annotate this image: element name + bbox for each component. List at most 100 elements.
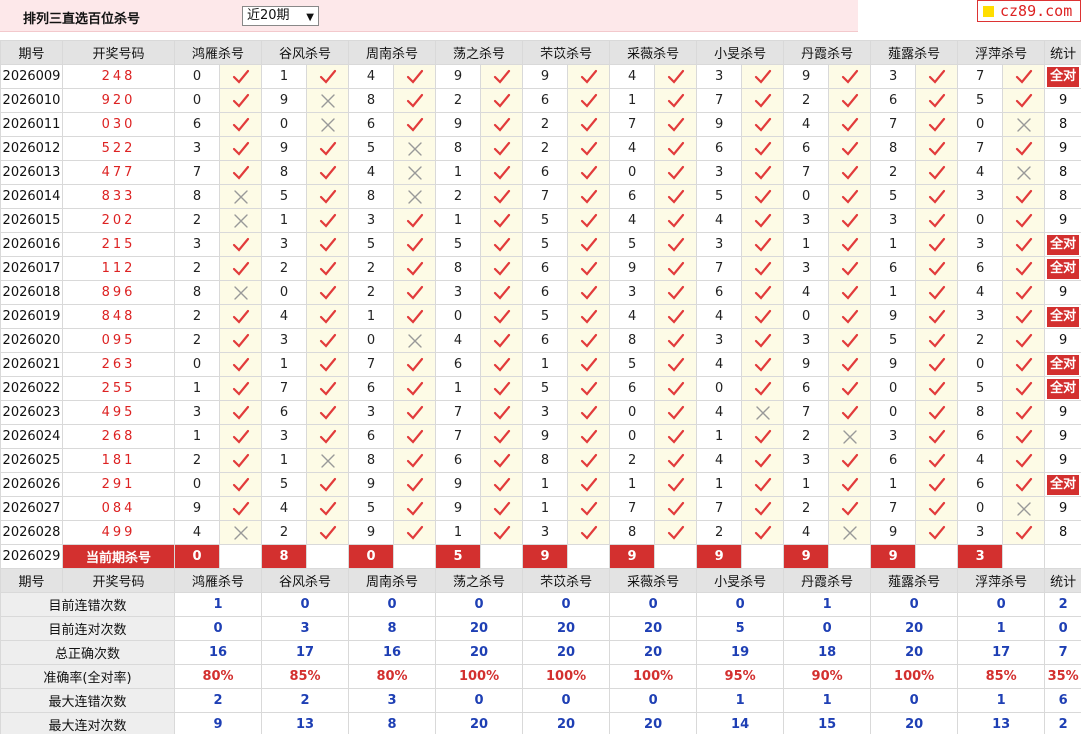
current-stat-blank (1044, 544, 1081, 569)
current-kill-blank (654, 544, 698, 569)
kill-number: 1 (522, 496, 569, 521)
check-icon (667, 453, 684, 468)
summary-value: 1 (783, 592, 872, 617)
kill-result (1002, 448, 1046, 473)
summary-value: 20 (870, 640, 959, 665)
check-icon (319, 405, 336, 420)
row-stat: 8 (1044, 520, 1081, 545)
check-icon (928, 237, 945, 252)
kill-number: 8 (348, 184, 395, 209)
kill-result (480, 256, 524, 281)
check-icon (841, 261, 858, 276)
kill-number: 7 (174, 160, 220, 185)
current-kill-number: 9 (870, 544, 917, 569)
kill-number: 6 (609, 184, 656, 209)
check-icon (493, 357, 510, 372)
check-icon (232, 141, 249, 156)
current-kill-blank (567, 544, 611, 569)
kill-number: 4 (696, 304, 743, 329)
kill-number: 2 (870, 160, 917, 185)
kill-result (1002, 160, 1046, 185)
check-icon (928, 189, 945, 204)
check-icon (319, 477, 336, 492)
period-select[interactable]: 近20期 ▼ (242, 6, 319, 26)
check-icon (406, 501, 423, 516)
summary-value: 1 (173, 592, 263, 617)
column-header-expert: 丹霞杀号 (783, 40, 872, 65)
kill-number: 4 (783, 280, 830, 305)
kill-number: 7 (957, 64, 1004, 89)
column-header-expert: 谷风杀号 (261, 40, 350, 65)
check-icon (1015, 309, 1032, 324)
kill-result (654, 256, 698, 281)
check-icon (232, 429, 249, 444)
kill-result (654, 64, 698, 89)
kill-number-table: 期号 开奖号码 鸿雁杀号 谷风杀号 周南杀号 荡之杀号 芣苡杀号 采薇杀号 小旻杀号 丹霞杀号 薤露… (0, 40, 1081, 734)
row-stat: 8 (1044, 112, 1081, 137)
column-header-expert: 周南杀号 (348, 40, 437, 65)
kill-result (741, 64, 785, 89)
kill-number: 1 (783, 472, 830, 497)
kill-number: 9 (522, 424, 569, 449)
kill-number: 6 (522, 88, 569, 113)
summary-label: 总正确次数 (0, 640, 175, 665)
current-kill-blank (393, 544, 437, 569)
check-icon (493, 165, 510, 180)
kill-result (828, 160, 872, 185)
kill-result (393, 376, 437, 401)
kill-number: 3 (696, 160, 743, 185)
kill-result (218, 184, 263, 209)
summary-value: 20 (435, 616, 524, 641)
check-icon (754, 477, 771, 492)
kill-number: 3 (696, 232, 743, 257)
current-kill-blank (218, 544, 263, 569)
kill-result (393, 232, 437, 257)
kill-number: 9 (261, 88, 308, 113)
kill-number: 9 (783, 64, 830, 89)
kill-result (480, 208, 524, 233)
kill-number: 4 (696, 400, 743, 425)
kill-result (218, 304, 263, 329)
check-icon (1015, 357, 1032, 372)
kill-number: 1 (261, 64, 308, 89)
kill-number: 7 (348, 352, 395, 377)
kill-result (915, 208, 959, 233)
check-icon (580, 357, 597, 372)
kill-result (654, 352, 698, 377)
kill-number: 8 (522, 448, 569, 473)
kill-number: 3 (261, 424, 308, 449)
summary-value: 0 (609, 592, 698, 617)
kill-result (393, 400, 437, 425)
kill-number: 6 (174, 112, 220, 137)
kill-result (1002, 496, 1046, 521)
kill-result (1002, 64, 1046, 89)
kill-result (654, 400, 698, 425)
check-icon (493, 333, 510, 348)
kill-result (218, 64, 263, 89)
kill-result (567, 136, 611, 161)
site-logo[interactable]: cz89.com (977, 0, 1081, 22)
kill-result (1002, 280, 1046, 305)
summary-value: 100% (522, 664, 611, 689)
kill-number: 3 (522, 400, 569, 425)
kill-result (218, 376, 263, 401)
check-icon (1015, 237, 1032, 252)
issue-number: 2026017 (0, 256, 63, 281)
check-icon (319, 213, 336, 228)
kill-result (654, 88, 698, 113)
check-icon (754, 309, 771, 324)
kill-number: 3 (783, 256, 830, 281)
kill-result (915, 328, 959, 353)
kill-number: 1 (696, 424, 743, 449)
kill-number: 3 (696, 328, 743, 353)
kill-number: 5 (696, 184, 743, 209)
summary-value: 9 (173, 712, 263, 734)
all-correct-badge: 全对 (1047, 354, 1080, 375)
kill-result (393, 64, 437, 89)
kill-number: 3 (783, 208, 830, 233)
check-icon (580, 69, 597, 84)
check-icon (493, 189, 510, 204)
logo-square-icon (983, 6, 994, 17)
check-icon (319, 381, 336, 396)
kill-number: 2 (957, 328, 1004, 353)
